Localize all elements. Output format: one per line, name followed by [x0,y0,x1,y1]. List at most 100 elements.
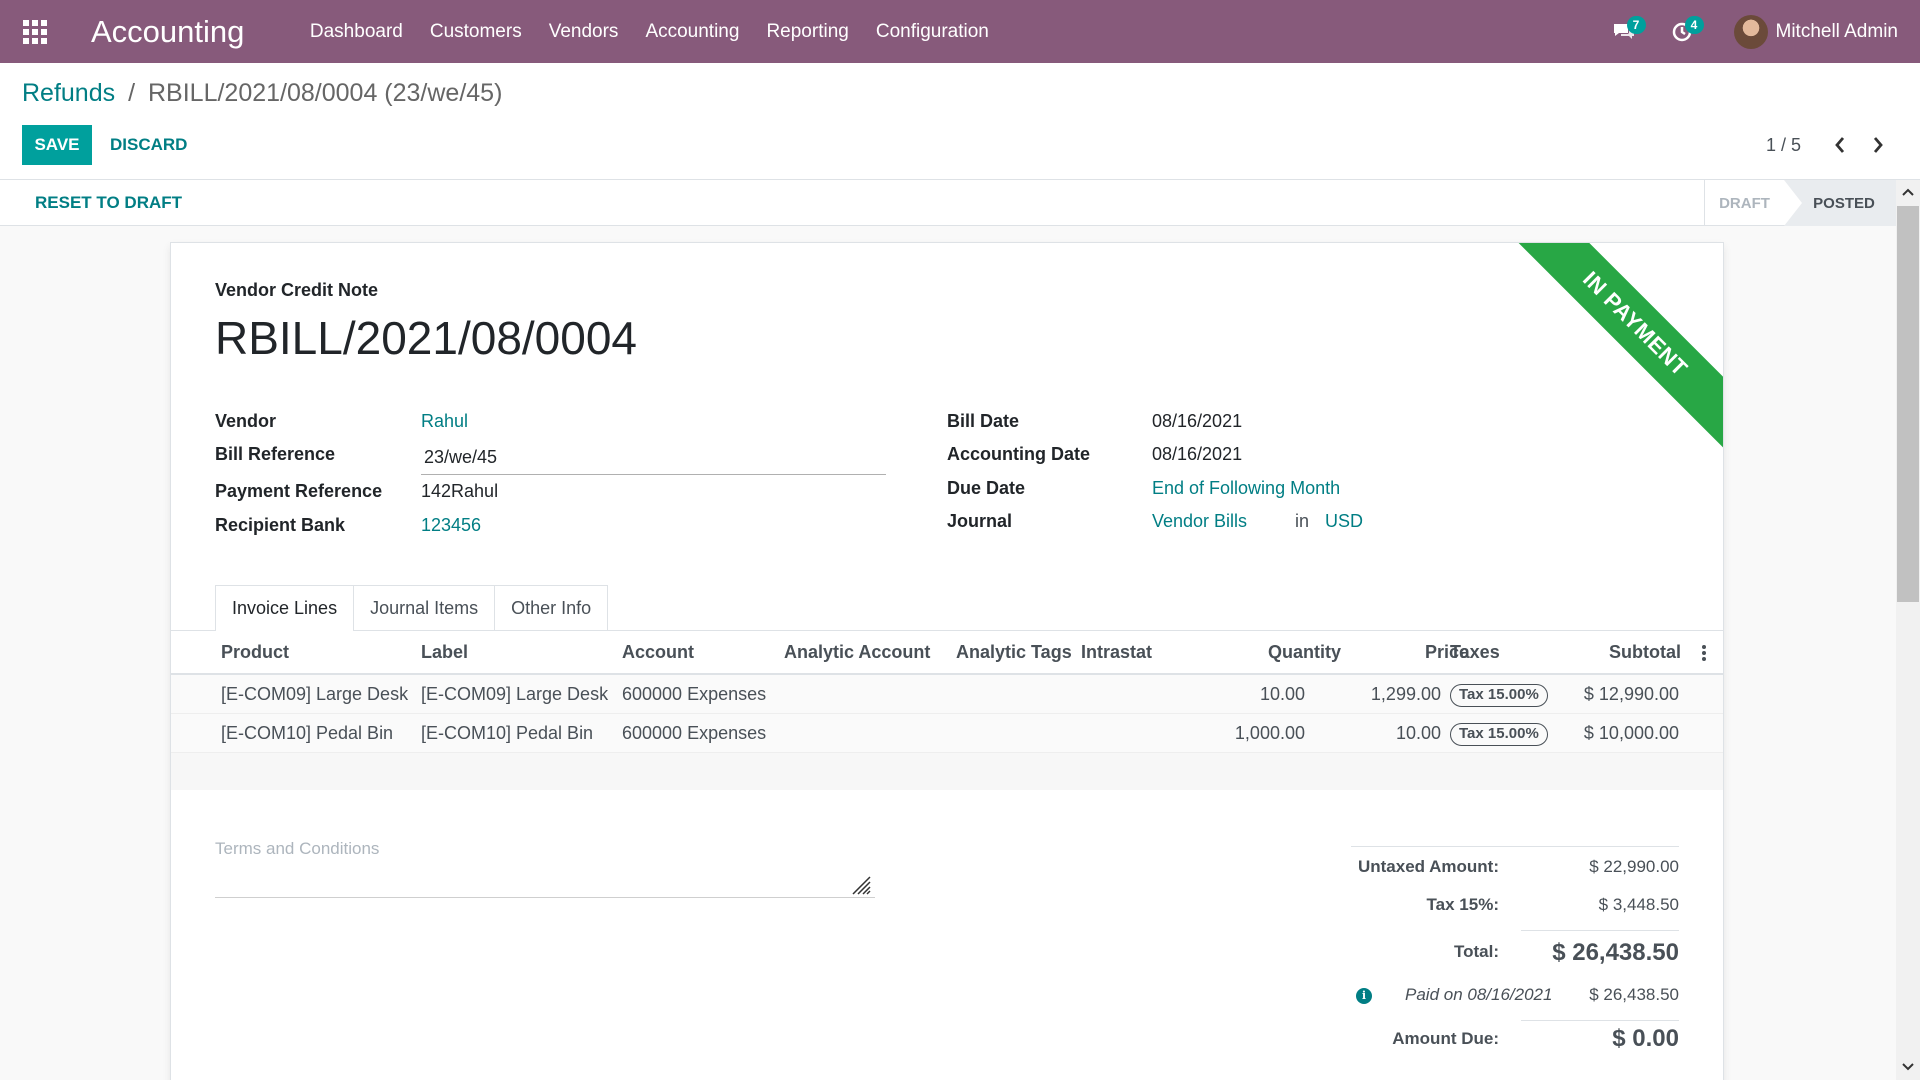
menu-dashboard[interactable]: Dashboard [296,0,416,63]
tab-other-info[interactable]: Other Info [494,585,609,630]
cell-label[interactable]: [E-COM09] Large Desk [421,675,608,714]
untaxed-amount-value: $ 22,990.00 [1589,857,1679,876]
menu-accounting[interactable]: Accounting [632,0,753,63]
breadcrumb-current: RBILL/2021/08/0004 (23/we/45) [147,79,503,107]
breadcrumb-separator: / [128,79,136,107]
column-taxes[interactable]: Taxes [1450,631,1500,673]
empty-row[interactable] [171,753,1723,790]
column-analytic-account[interactable]: Analytic Account [784,631,930,673]
tab-journal-items[interactable]: Journal Items [353,585,496,630]
due-date-field[interactable]: End of Following Month [1152,478,1340,499]
breadcrumb-refunds[interactable]: Refunds [22,79,115,107]
pager-next-button[interactable] [1865,131,1891,159]
journal-field[interactable]: Vendor Bills [1152,511,1247,532]
apps-menu-icon[interactable] [0,0,70,63]
recipient-bank-field[interactable]: 123456 [421,515,481,536]
scroll-down-button[interactable] [1896,1056,1920,1078]
column-account[interactable]: Account [622,631,694,673]
payment-reference-label: Payment Reference [215,481,383,501]
column-analytic-tags[interactable]: Analytic Tags [956,631,1072,673]
menu-customers[interactable]: Customers [416,0,535,63]
activities-badge: 4 [1684,16,1704,34]
cell-label[interactable]: [E-COM10] Pedal Bin [421,714,593,753]
tab-invoice-lines[interactable]: Invoice Lines [215,585,355,631]
scroll-up-button[interactable] [1896,181,1920,203]
table-row[interactable]: [E-COM10] Pedal Bin [E-COM10] Pedal Bin … [171,714,1723,753]
optional-columns-toggle[interactable] [1701,631,1707,673]
amount-due-divider [1521,1020,1679,1021]
bill-reference-input[interactable]: 23/we/45 [421,443,886,475]
cell-quantity[interactable]: 10.00 [1171,675,1305,714]
tax-tag[interactable]: Tax 15.00% [1450,723,1548,746]
journal-label: Journal [947,511,1013,531]
messages-badge: 7 [1626,16,1646,34]
pager-value[interactable]: 1 / 5 [1766,135,1801,156]
accounting-date-field[interactable]: 08/16/2021 [1152,444,1242,465]
chevron-left-icon [1835,137,1845,153]
cell-product[interactable]: [E-COM09] Large Desk [221,675,408,714]
stage-draft[interactable]: DRAFT [1704,180,1784,226]
cell-price[interactable]: 10.00 [1331,714,1441,753]
form-sheet: IN PAYMENT Vendor Credit Note RBILL/2021… [170,242,1724,1080]
chevron-up-icon [1902,188,1914,196]
bill-date-label: Bill Date [947,411,1020,431]
bill-reference-label: Bill Reference [215,444,336,464]
terms-and-conditions-input[interactable]: Terms and Conditions [215,839,875,898]
column-quantity[interactable]: Quantity [1221,631,1341,673]
cell-quantity[interactable]: 1,000.00 [1171,714,1305,753]
menu-vendors[interactable]: Vendors [535,0,632,63]
document-type-label: Vendor Credit Note [215,280,379,300]
main-menu: Dashboard Customers Vendors Accounting R… [296,0,1002,63]
invoice-lines-header: Product Label Account Analytic Account A… [171,631,1723,675]
column-subtotal[interactable]: Subtotal [1591,631,1681,673]
column-product[interactable]: Product [221,631,289,673]
total-divider [1521,930,1679,931]
menu-configuration[interactable]: Configuration [862,0,1002,63]
payment-reference-field[interactable]: 142Rahul [421,481,498,502]
app-title[interactable]: Accounting [91,14,244,50]
cell-account[interactable]: 600000 Expenses [622,714,766,753]
cell-account[interactable]: 600000 Expenses [622,675,766,714]
journal-in-text: in [1295,511,1310,531]
notebook-tabs: Invoice Lines Journal Items Other Info [215,585,609,631]
scrollbar-thumb[interactable] [1897,206,1919,602]
pager-previous-button[interactable] [1827,131,1853,159]
activities-button[interactable]: 4 [1662,0,1704,63]
recipient-bank-label: Recipient Bank [215,515,346,535]
due-date-label: Due Date [947,478,1026,498]
resize-handle-icon[interactable] [851,875,871,895]
currency-field[interactable]: USD [1325,511,1363,532]
column-label[interactable]: Label [421,631,468,673]
control-panel: Refunds / RBILL/2021/08/0004 (23/we/45) … [0,63,1920,180]
messages-button[interactable]: 7 [1604,0,1646,63]
stage-posted: POSTED [1784,180,1904,226]
table-row[interactable]: [E-COM09] Large Desk [E-COM09] Large Des… [171,675,1723,714]
reset-to-draft-button[interactable]: RESET TO DRAFT [35,180,182,226]
vendor-field[interactable]: Rahul [421,411,468,432]
bill-date-field[interactable]: 08/16/2021 [1152,411,1242,432]
totals-divider [1351,846,1679,847]
user-avatar[interactable] [1733,14,1768,49]
save-button[interactable]: SAVE [22,125,92,165]
tax-label: Tax 15%: [1426,895,1499,914]
cell-subtotal: $ 10,000.00 [1583,723,1679,743]
top-navbar: Accounting Dashboard Customers Vendors A… [0,0,1920,63]
vendor-label: Vendor [215,411,277,431]
user-menu[interactable]: Mitchell Admin [1776,21,1899,43]
tax-tag[interactable]: Tax 15.00% [1450,684,1548,707]
vertical-ellipsis-icon [1702,645,1706,662]
status-bar: RESET TO DRAFT DRAFT POSTED [0,180,1920,226]
breadcrumb: Refunds / RBILL/2021/08/0004 (23/we/45) [22,79,502,108]
paid-value: $ 26,438.50 [1589,985,1679,1004]
chevron-right-icon [1873,137,1883,153]
menu-reporting[interactable]: Reporting [753,0,862,63]
cell-product[interactable]: [E-COM10] Pedal Bin [221,714,393,753]
in-payment-ribbon: IN PAYMENT [1497,243,1723,462]
cell-price[interactable]: 1,299.00 [1331,675,1441,714]
total-label: Total: [1453,942,1499,961]
document-name: RBILL/2021/08/0004 [215,312,638,364]
tax-value: $ 3,448.50 [1598,895,1679,914]
column-intrastat[interactable]: Intrastat [1081,631,1152,673]
discard-button[interactable]: DISCARD [110,125,187,165]
info-icon[interactable]: i [1356,988,1372,1004]
